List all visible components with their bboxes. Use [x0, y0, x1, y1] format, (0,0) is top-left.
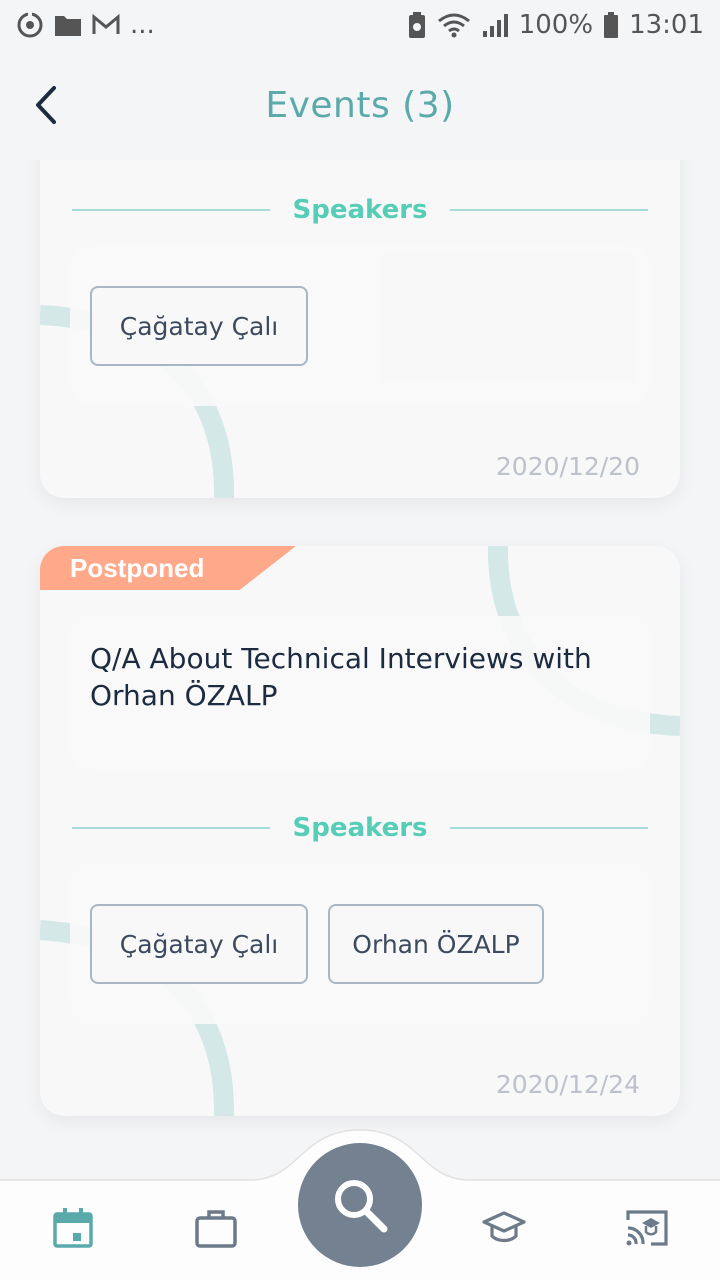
graduation-cap-icon[interactable] — [482, 1206, 526, 1250]
event-card[interactable]: Speakers Çağatay Çalı 2020/12/20 — [40, 160, 680, 498]
folder-icon — [55, 16, 81, 36]
status-badge: Postponed — [40, 546, 296, 590]
events-list[interactable]: Speakers Çağatay Çalı 2020/12/20 Postpon… — [0, 160, 720, 1180]
battery-saver-icon — [408, 12, 425, 38]
search-icon — [335, 1180, 388, 1233]
speaker-chip[interactable]: Çağatay Çalı — [90, 286, 308, 366]
divider-line — [72, 209, 271, 211]
event-card[interactable]: Postponed Q/A About Technical Interviews… — [40, 546, 680, 1116]
signal-icon — [482, 14, 508, 37]
cast-icon[interactable] — [625, 1206, 669, 1250]
speakers-divider: Speakers — [72, 808, 649, 848]
chevron-left-icon — [36, 86, 56, 124]
status-time: 13:01 — [629, 10, 704, 40]
status-more: ... — [130, 10, 155, 40]
speakers-heading: Speakers — [292, 195, 428, 225]
status-right: 100% 13:01 — [407, 10, 704, 40]
calendar-icon[interactable] — [51, 1206, 95, 1250]
event-date: 2020/12/24 — [495, 1070, 640, 1099]
speaker-chip[interactable]: Çağatay Çalı — [90, 904, 308, 984]
battery-percent: 100% — [518, 10, 594, 40]
divider-line — [72, 827, 271, 829]
app-header: Events (3) — [0, 50, 720, 160]
speakers-heading: Speakers — [292, 813, 428, 843]
event-date: 2020/12/20 — [495, 452, 640, 481]
event-title-box: Q/A About Technical Interviews with Orha… — [70, 616, 650, 770]
status-left: ... — [16, 10, 155, 40]
wifi-icon — [437, 13, 470, 38]
sync-icon — [17, 12, 43, 38]
briefcase-icon[interactable] — [194, 1206, 238, 1250]
back-button[interactable] — [28, 82, 64, 128]
speakers-box: Çağatay Çalı — [70, 246, 650, 406]
gmail-icon — [92, 14, 120, 34]
speaker-chip[interactable]: Orhan ÖZALP — [328, 904, 544, 984]
battery-icon — [604, 12, 619, 38]
divider-line — [449, 209, 649, 211]
search-button[interactable] — [298, 1143, 422, 1267]
status-bar: ... 100% 13:01 — [0, 0, 720, 50]
event-title: Q/A About Technical Interviews with Orha… — [90, 642, 592, 712]
page-title: Events (3) — [265, 84, 455, 126]
speakers-divider: Speakers — [72, 190, 649, 230]
divider-line — [449, 827, 649, 829]
speakers-box: Çağatay Çalı Orhan ÖZALP — [70, 864, 650, 1024]
